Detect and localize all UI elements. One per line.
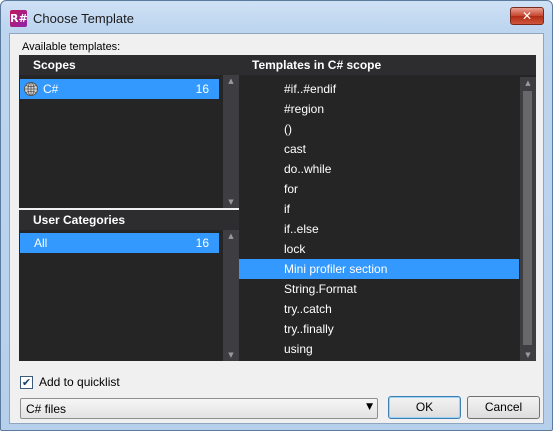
template-item[interactable]: lock	[239, 239, 519, 259]
scrollbar-thumb[interactable]	[523, 91, 532, 345]
title-bar[interactable]: R# Choose Template ✕	[1, 1, 552, 33]
template-item[interactable]: try..finally	[239, 319, 519, 339]
template-item[interactable]: if	[239, 199, 519, 219]
categories-scrollbar[interactable]: ▲ ▼	[223, 230, 239, 361]
scroll-up-arrow-icon[interactable]: ▲	[223, 75, 239, 87]
category-item-label: All	[34, 236, 48, 250]
scroll-up-arrow-icon[interactable]: ▲	[223, 230, 239, 242]
dialog-client-area: Available templates: Scopes C# 16 ▲ ▼ Us…	[9, 33, 544, 424]
add-to-quicklist-label[interactable]: Add to quicklist	[39, 375, 120, 389]
category-item-all[interactable]: All 16	[20, 233, 219, 253]
chevron-down-icon: ▼	[366, 402, 373, 412]
scope-item-label: C#	[43, 82, 59, 96]
user-categories-header: User Categories	[19, 210, 239, 230]
close-button[interactable]: ✕	[510, 7, 544, 25]
cancel-button[interactable]: Cancel	[467, 396, 540, 419]
template-item[interactable]: do..while	[239, 159, 519, 179]
scroll-down-arrow-icon[interactable]: ▼	[520, 349, 536, 361]
choose-template-dialog: R# Choose Template ✕ Available templates…	[0, 0, 553, 431]
scope-item-count: 16	[195, 82, 209, 96]
csharp-globe-icon	[24, 82, 38, 96]
scroll-up-arrow-icon[interactable]: ▲	[520, 77, 536, 89]
file-type-dropdown[interactable]: C# files ▼	[20, 398, 378, 419]
scroll-down-arrow-icon[interactable]: ▼	[223, 196, 239, 208]
ok-button[interactable]: OK	[388, 396, 461, 419]
resharper-app-icon: R#	[10, 10, 28, 27]
template-item[interactable]: String.Format	[239, 279, 519, 299]
template-item[interactable]: for	[239, 179, 519, 199]
template-item[interactable]: try..catch	[239, 299, 519, 319]
template-item[interactable]: #if..#endif	[239, 79, 519, 99]
add-to-quicklist-checkbox[interactable]: ✔	[20, 376, 33, 389]
templates-panel: Templates in C# scope #if..#endif #region…	[239, 55, 536, 361]
template-item[interactable]: if..else	[239, 219, 519, 239]
scopes-panel: Scopes C# 16 ▲ ▼	[19, 55, 239, 208]
scroll-down-arrow-icon[interactable]: ▼	[223, 349, 239, 361]
template-item[interactable]: #region	[239, 99, 519, 119]
scope-item-csharp[interactable]: C# 16	[20, 79, 219, 99]
category-item-count: 16	[195, 236, 209, 250]
user-categories-panel: User Categories All 16 ▲ ▼	[19, 210, 239, 361]
scopes-scrollbar[interactable]: ▲ ▼	[223, 75, 239, 208]
template-item[interactable]: ()	[239, 119, 519, 139]
file-type-value: C# files	[26, 402, 67, 416]
template-item[interactable]: using	[239, 339, 519, 359]
available-templates-label: Available templates:	[22, 41, 121, 53]
templates-header: Templates in C# scope	[239, 55, 536, 75]
template-item[interactable]: Mini profiler section	[239, 259, 519, 279]
window-title: Choose Template	[33, 11, 134, 26]
scopes-header: Scopes	[19, 55, 239, 75]
templates-scrollbar[interactable]: ▲ ▼	[520, 77, 536, 361]
template-item[interactable]: cast	[239, 139, 519, 159]
